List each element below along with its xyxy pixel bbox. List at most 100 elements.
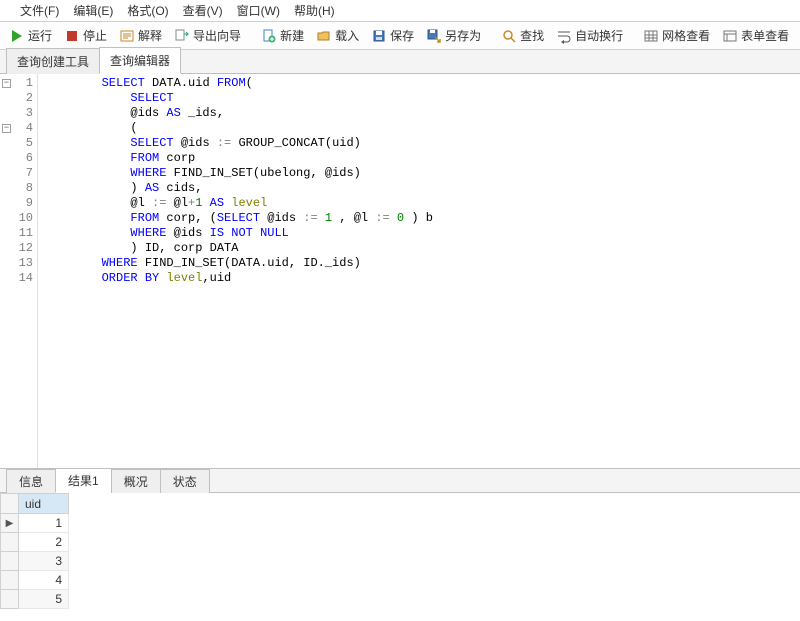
export-wizard-button[interactable]: 导出向导 [169,24,246,47]
code-line[interactable]: SELECT @ids := GROUP_CONCAT(uid) [44,136,800,151]
code-line[interactable]: @ids AS _ids, [44,106,800,121]
explain-button[interactable]: 解释 [114,24,167,47]
cell[interactable]: 4 [19,571,69,590]
find-label: 查找 [520,27,544,44]
code-line[interactable]: SELECT DATA.uid FROM( [44,76,800,91]
table-row[interactable]: 3 [1,552,69,571]
form-view-label: 表单查看 [741,27,789,44]
code-line[interactable]: ) AS cids, [44,181,800,196]
stop-icon [64,28,80,44]
code-line[interactable]: WHERE @ids IS NOT NULL [44,226,800,241]
code-line[interactable]: WHERE FIND_IN_SET(ubelong, @ids) [44,166,800,181]
form-icon [722,28,738,44]
line-number: 7 [0,166,37,181]
row-indicator [1,590,19,609]
open-folder-icon [316,28,332,44]
line-number: 3 [0,106,37,121]
save-label: 保存 [390,27,414,44]
line-number: 9 [0,196,37,211]
menu-view[interactable]: 查看(V) [177,0,229,21]
cell[interactable]: 2 [19,533,69,552]
column-header[interactable]: uid [19,494,69,514]
line-number: 4− [0,121,37,136]
line-number: 12 [0,241,37,256]
result-table: uid▶12345 [0,493,69,609]
line-number: 1− [0,76,37,91]
table-row[interactable]: ▶1 [1,514,69,533]
auto-wrap-button[interactable]: 自动换行 [551,24,628,47]
cell[interactable]: 1 [19,514,69,533]
query-tabstrip: 查询创建工具 查询编辑器 [0,50,800,74]
table-row[interactable]: 5 [1,590,69,609]
result-tabstrip: 信息 结果1 概况 状态 [0,469,800,493]
save-button[interactable]: 保存 [366,24,419,47]
tab-query-builder[interactable]: 查询创建工具 [6,48,100,74]
form-view-button[interactable]: 表单查看 [717,24,794,47]
fold-icon[interactable]: − [2,124,11,133]
explain-icon [119,28,135,44]
sql-editor: 1−234−567891011121314 SELECT DATA.uid FR… [0,74,800,469]
auto-wrap-label: 自动换行 [575,27,623,44]
new-label: 新建 [280,27,304,44]
row-indicator: ▶ [1,514,19,533]
tab-profile[interactable]: 概况 [111,469,161,493]
stop-label: 停止 [83,27,107,44]
menu-file[interactable]: 文件(F) [14,0,65,21]
code-line[interactable]: ) ID, corp DATA [44,241,800,256]
stop-button[interactable]: 停止 [59,24,112,47]
line-number: 14 [0,271,37,286]
search-icon [501,28,517,44]
run-label: 运行 [28,27,52,44]
cell[interactable]: 3 [19,552,69,571]
grid-view-label: 网格查看 [662,27,710,44]
word-wrap-icon [556,28,572,44]
tab-query-editor[interactable]: 查询编辑器 [99,47,181,74]
line-number: 13 [0,256,37,271]
grid-view-button[interactable]: 网格查看 [638,24,715,47]
load-label: 载入 [335,27,359,44]
play-icon [9,28,25,44]
menu-window[interactable]: 窗口(W) [231,0,286,21]
code-line[interactable]: ORDER BY level,uid [44,271,800,286]
new-button[interactable]: 新建 [256,24,309,47]
cell[interactable]: 5 [19,590,69,609]
code-line[interactable]: WHERE FIND_IN_SET(DATA.uid, ID._ids) [44,256,800,271]
tab-result1[interactable]: 结果1 [55,468,112,493]
line-number: 8 [0,181,37,196]
row-indicator [1,552,19,571]
fold-icon[interactable]: − [2,79,11,88]
row-indicator [1,533,19,552]
toolbar: 运行 停止 解释 导出向导 新建 载入 保存 [0,22,800,50]
editor-gutter: 1−234−567891011121314 [0,74,38,468]
code-line[interactable]: FROM corp, (SELECT @ids := 1 , @l := 0 )… [44,211,800,226]
run-button[interactable]: 运行 [4,24,57,47]
tab-status[interactable]: 状态 [160,469,210,493]
tab-messages[interactable]: 信息 [6,469,56,493]
grid-icon [643,28,659,44]
menu-bar: 文件(F) 编辑(E) 格式(O) 查看(V) 窗口(W) 帮助(H) [0,0,800,22]
code-line[interactable]: FROM corp [44,151,800,166]
result-grid[interactable]: uid▶12345 [0,493,800,621]
export-label: 导出向导 [193,27,241,44]
export-icon [174,28,190,44]
table-row[interactable]: 2 [1,533,69,552]
menu-help[interactable]: 帮助(H) [288,0,341,21]
find-button[interactable]: 查找 [496,24,549,47]
load-button[interactable]: 载入 [311,24,364,47]
code-line[interactable]: SELECT [44,91,800,106]
line-number: 10 [0,211,37,226]
line-number: 6 [0,151,37,166]
editor-code[interactable]: SELECT DATA.uid FROM( SELECT @ids AS _id… [38,74,800,468]
menu-edit[interactable]: 编辑(E) [67,0,119,21]
code-line[interactable]: ( [44,121,800,136]
menu-format[interactable]: 格式(O) [121,0,174,21]
line-number: 5 [0,136,37,151]
table-row[interactable]: 4 [1,571,69,590]
row-indicator [1,571,19,590]
line-number: 11 [0,226,37,241]
save-as-icon [426,28,442,44]
save-icon [371,28,387,44]
save-as-button[interactable]: 另存为 [421,24,486,47]
code-line[interactable]: @l := @l+1 AS level [44,196,800,211]
row-header-corner [1,494,19,514]
